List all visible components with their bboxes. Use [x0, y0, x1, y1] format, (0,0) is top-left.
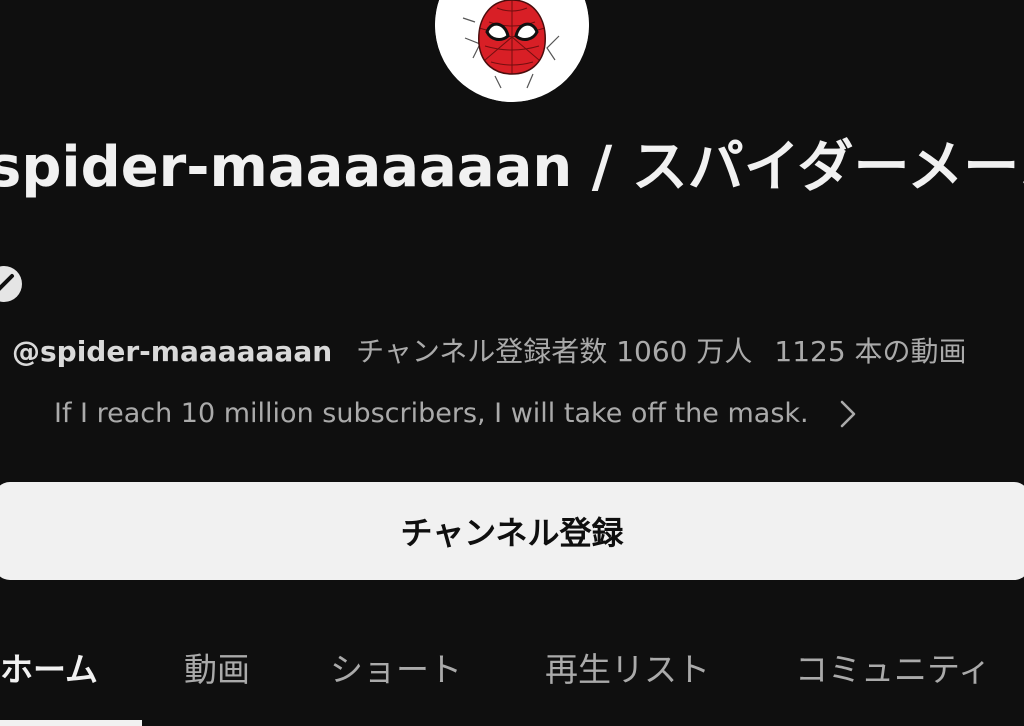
channel-tabs: ホーム 動画 ショート 再生リスト コミュニティ	[0, 640, 1024, 700]
tab-home[interactable]: ホーム	[0, 640, 98, 700]
channel-handle: @spider-maaaaaaan	[12, 335, 333, 368]
channel-meta: @spider-maaaaaaan チャンネル登録者数 1060 万人 1125 本…	[12, 330, 967, 374]
chevron-right-icon	[840, 400, 855, 428]
channel-description: If I reach 10 million subscribers, I wil…	[54, 398, 809, 429]
channel-title: spider-maaaaaaan / スパイダーメーン	[0, 135, 1024, 200]
video-count: 1125 本の動画	[774, 335, 967, 368]
channel-avatar[interactable]	[435, 0, 589, 102]
subscribe-button[interactable]: チャンネル登録	[0, 482, 1024, 580]
edit-pencil-icon[interactable]	[0, 266, 22, 302]
spider-mask-icon	[435, 0, 589, 102]
subscriber-count: チャンネル登録者数 1060 万人	[356, 335, 753, 368]
tab-community[interactable]: コミュニティ	[795, 640, 991, 700]
tab-shorts[interactable]: ショート	[330, 640, 462, 700]
tab-videos[interactable]: 動画	[184, 640, 250, 700]
channel-description-link[interactable]: If I reach 10 million subscribers, I wil…	[54, 392, 859, 436]
tab-playlists[interactable]: 再生リスト	[545, 640, 710, 700]
active-tab-indicator	[0, 720, 142, 726]
